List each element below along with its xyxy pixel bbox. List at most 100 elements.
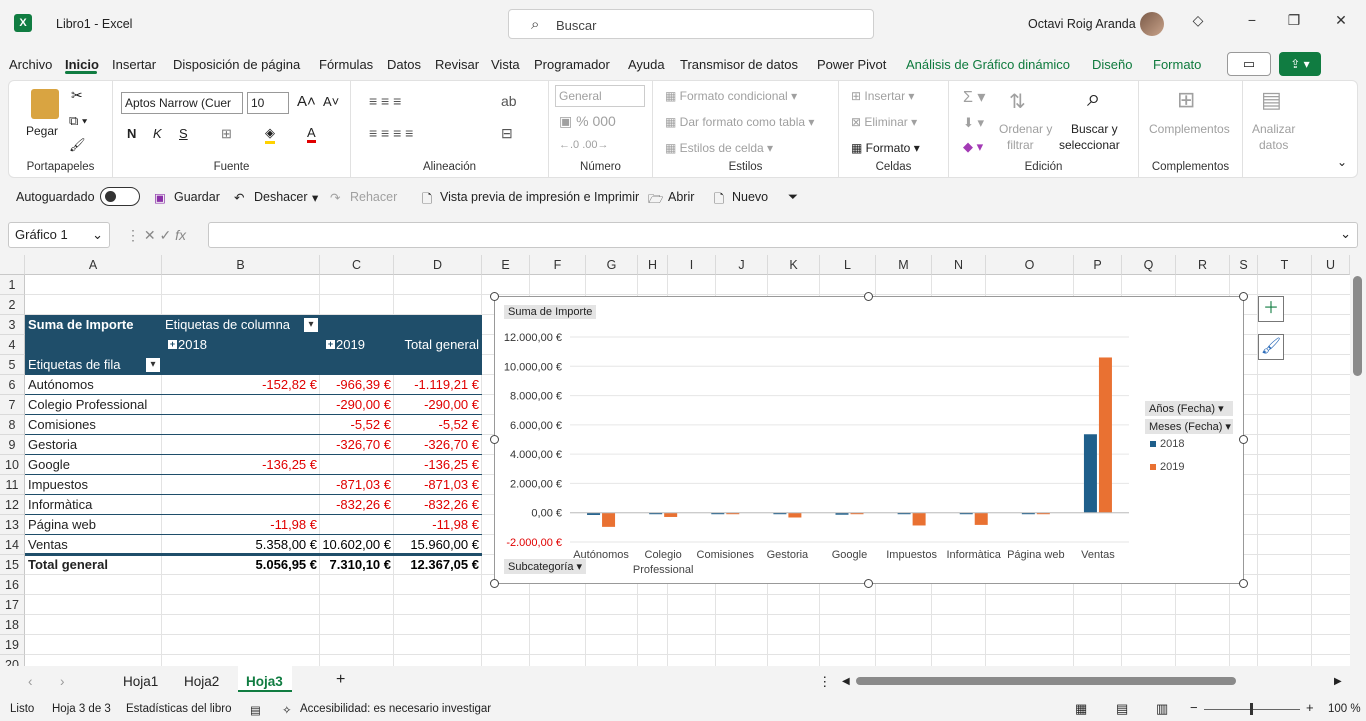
user-name[interactable]: Octavi Roig Aranda [1028,17,1136,31]
decrease-font-icon[interactable]: A˅ [323,94,339,109]
column-header[interactable]: M [876,255,932,275]
resize-handle[interactable] [1239,292,1248,301]
save-icon[interactable]: ▣ [154,190,166,205]
scroll-left-icon[interactable]: ◀ [842,676,850,687]
row-header[interactable]: 11 [0,475,25,495]
row-header[interactable]: 6 [0,375,25,395]
resize-handle[interactable] [864,292,873,301]
merge-icon[interactable]: ⊟ [501,125,513,142]
decimals-icon[interactable]: ←.0 .00→ [559,139,609,151]
sheet-tab-hoja3[interactable]: Hoja3 [246,674,283,689]
pivot-value-2019[interactable]: -290,00 € [320,395,394,415]
tab-insertar[interactable]: Insertar [112,57,156,72]
autosum-icon[interactable]: Σ ▾ [963,87,985,107]
row-header[interactable]: 16 [0,575,25,595]
name-box[interactable]: Gráfico 1 ⌄ [8,222,110,248]
expand-icon[interactable]: + [326,340,335,349]
column-header[interactable]: T [1258,255,1312,275]
row-header[interactable]: 5 [0,355,25,375]
column-header[interactable]: Q [1122,255,1176,275]
pivot-value-2018[interactable]: -11,98 € [162,515,320,535]
vertical-scrollbar[interactable] [1350,268,1366,666]
addins-button[interactable]: Complementos [1149,122,1230,136]
row-header[interactable]: 10 [0,455,25,475]
column-header[interactable]: C [320,255,394,275]
new-icon[interactable]: 🗋 [714,190,724,211]
font-size-select[interactable]: 10 [247,92,289,114]
pivot-corner-label[interactable]: Suma de Importe [28,315,162,335]
undo-button[interactable]: Deshacer [254,190,308,204]
minimize-button[interactable]: − [1242,12,1262,28]
pivot-row-label[interactable]: Ventas [28,535,162,555]
row-header[interactable]: 12 [0,495,25,515]
legend-field-button-months[interactable]: Meses (Fecha) ▾ [1145,419,1233,434]
underline-button[interactable]: S [179,126,188,141]
borders-icon[interactable]: ⊞ [221,126,232,142]
zoom-slider-thumb[interactable] [1250,703,1253,715]
pivot-value-2018[interactable] [162,395,320,415]
paste-button[interactable]: Pegar [26,124,58,138]
resize-handle[interactable] [1239,435,1248,444]
search-box[interactable]: ⌕ Buscar [508,9,874,39]
sort-filter-label2[interactable]: filtrar [1007,138,1034,152]
column-header[interactable]: N [932,255,986,275]
row-header[interactable]: 18 [0,615,25,635]
clear-icon[interactable]: ◆ ▾ [963,139,983,155]
column-header[interactable]: B [162,255,320,275]
wrap-text-icon[interactable]: ab [501,93,517,109]
tab-revisar[interactable]: Revisar [435,57,479,72]
legend-field-button-years[interactable]: Años (Fecha) ▾ [1145,401,1233,416]
increase-font-icon[interactable]: A˄ [297,93,316,110]
close-button[interactable]: ✕ [1331,12,1351,29]
sort-filter-icon[interactable]: ⇅ [1009,89,1026,114]
analyze-label2[interactable]: datos [1259,138,1288,152]
pivot-grand-2018[interactable]: 5.056,95 € [162,555,320,575]
open-icon[interactable]: 🗁 [648,190,664,211]
sheet-tab-hoja2[interactable]: Hoja2 [184,674,219,689]
currency-icon[interactable]: ▣ % 000 [559,113,616,130]
zoom-out-icon[interactable]: − [1190,700,1198,715]
pivot-grand-2019[interactable]: 7.310,10 € [320,555,394,575]
column-header[interactable]: R [1176,255,1230,275]
sort-filter-label1[interactable]: Ordenar y [999,122,1052,136]
autosave-toggle[interactable] [100,187,140,206]
pivot-value-total[interactable]: -326,70 € [394,435,482,455]
page-layout-icon[interactable]: ▤ [1116,701,1128,717]
pivot-value-2018[interactable] [162,435,320,455]
select-all-corner[interactable] [0,255,25,275]
pivot-year-2018[interactable]: 2018 [166,335,320,355]
pivot-value-total[interactable]: -11,98 € [394,515,482,535]
find-select-icon[interactable]: ⌕ [1087,85,1100,113]
new-button[interactable]: Nuevo [732,190,768,204]
pivot-value-2018[interactable] [162,415,320,435]
tab-vista[interactable]: Vista [491,57,520,72]
tab-archivo[interactable]: Archivo [9,57,52,72]
column-header[interactable]: U [1312,255,1350,275]
format-cells-button[interactable]: ▦ Formato ▾ [851,141,920,155]
pivot-value-2019[interactable]: -326,70 € [320,435,394,455]
tab-formulas[interactable]: Fórmulas [319,57,373,72]
chart-styles-button[interactable]: 🖌 [1258,334,1284,360]
column-header[interactable]: P [1074,255,1122,275]
row-header[interactable]: 15 [0,555,25,575]
format-as-table-button[interactable]: ▦ Dar formato como tabla ▾ [665,115,814,129]
customize-qat-icon[interactable]: ⏷ [788,190,798,205]
row-header[interactable]: 4 [0,335,25,355]
row-header[interactable]: 14 [0,535,25,555]
pivot-value-2019[interactable]: 10.602,00 € [320,535,394,555]
undo-icon[interactable]: ↶ [234,190,244,205]
row-header[interactable]: 20 [0,655,25,666]
expand-icon[interactable]: + [168,340,177,349]
bold-button[interactable]: N [127,126,136,141]
pivot-value-2019[interactable] [320,455,394,475]
column-header[interactable]: L [820,255,876,275]
pivot-value-total[interactable]: -871,03 € [394,475,482,495]
italic-button[interactable]: K [153,126,162,141]
pivot-row-label[interactable]: Colegio Professional [28,395,162,415]
row-header[interactable]: 7 [0,395,25,415]
cut-icon[interactable]: ✂ [71,87,83,104]
add-sheet-icon[interactable]: + [336,671,345,689]
row-header[interactable]: 1 [0,275,25,295]
pivot-value-2018[interactable] [162,475,320,495]
row-header[interactable]: 3 [0,315,25,335]
